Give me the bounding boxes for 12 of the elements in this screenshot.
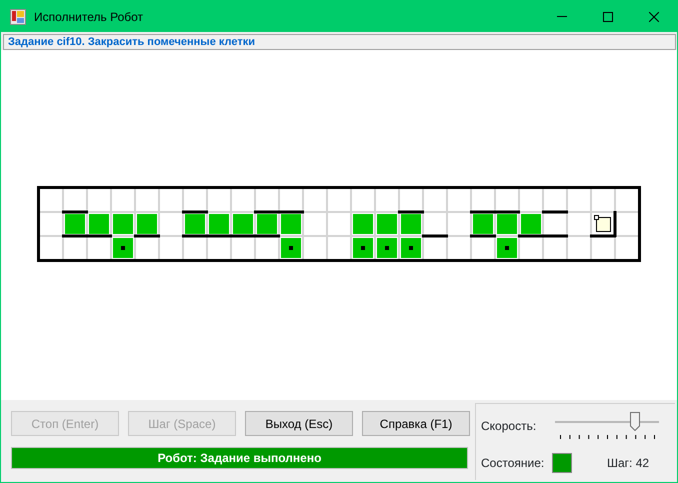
task-title: Задание cif10. Закрасить помеченные клетки — [3, 34, 676, 50]
speed-label: Скорость: — [481, 418, 538, 435]
slider-thumb[interactable] — [630, 412, 640, 431]
window-title: Исполнитель Робот — [34, 8, 144, 26]
status-bar: Робот: Задание выполнено — [11, 447, 468, 469]
command-button[interactable]: Справка (F1) — [362, 411, 470, 436]
command-button[interactable]: Выход (Esc) — [245, 411, 353, 436]
app-icon — [10, 8, 26, 24]
step-counter: Шаг: 42 — [607, 455, 650, 472]
maximize-icon[interactable] — [603, 12, 613, 22]
state-label: Состояние: — [481, 455, 546, 472]
close-icon[interactable] — [649, 12, 659, 22]
